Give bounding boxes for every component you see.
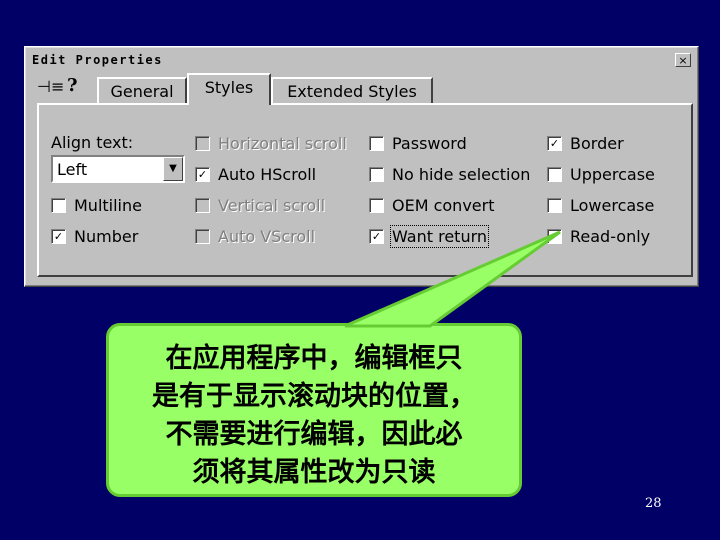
callout-pointer — [344, 230, 561, 328]
tab-styles[interactable]: Styles — [187, 73, 271, 105]
tab-label: Styles — [204, 78, 254, 97]
